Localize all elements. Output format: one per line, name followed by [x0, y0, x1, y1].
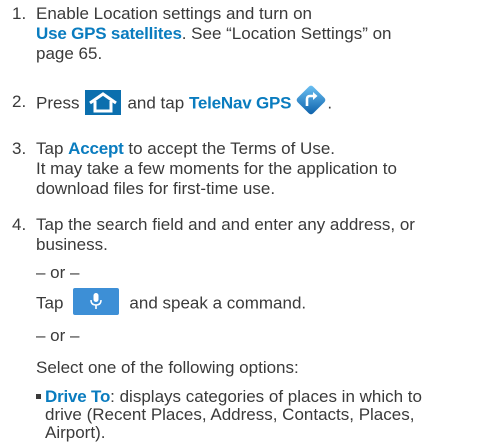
app-name: TeleNav GPS	[188, 93, 292, 113]
or-text: – or –	[36, 326, 80, 345]
bullet-icon	[36, 393, 41, 399]
step-text: .	[327, 93, 333, 113]
step-text-line: Tap and speak a command.	[36, 288, 476, 315]
step-text: Airport).	[45, 423, 106, 442]
step-body: Tap Accept to accept the Terms of Use. I…	[36, 139, 476, 199]
microphone-button	[73, 288, 120, 315]
telenav-gps-icon	[295, 84, 327, 116]
step-text: It may take a few moments for the applic…	[36, 159, 397, 178]
step-text: : displays categories of places in which…	[110, 387, 422, 406]
accept-label: Accept	[68, 139, 124, 158]
step-text: and speak a command.	[129, 293, 307, 313]
step-body: Enable Location settings and turn on Use…	[36, 4, 476, 64]
step-text: page 65.	[36, 44, 103, 63]
step-text: Tap	[36, 139, 64, 158]
step-text: Tap the search field and and enter any a…	[36, 215, 415, 234]
step-text: Enable Location settings and turn on	[36, 4, 312, 23]
step-number: 3.	[12, 139, 27, 158]
step-text: . See “Location Settings” on	[181, 24, 392, 43]
or-text: – or –	[36, 263, 80, 282]
step-text: business.	[36, 235, 108, 254]
step-text: Tap	[36, 293, 64, 313]
bullet-line: Drive To: displays categories of places …	[36, 388, 476, 406]
step-body: Tap the search field and and enter any a…	[36, 215, 476, 255]
step-text-line: Press and tap TeleNav GPS.	[36, 85, 476, 115]
step-body: Press and tap TeleNav GPS.	[36, 85, 476, 115]
step-text: download files for first-time use.	[36, 179, 276, 198]
step-number: 4.	[12, 215, 27, 234]
step-text: and tap	[127, 93, 185, 113]
step-text-line: Use GPS satellites. See “Location Settin…	[36, 24, 476, 44]
home-icon	[85, 89, 122, 115]
step-text-line: Tap Accept to accept the Terms of Use.	[36, 139, 476, 159]
step-number: 1.	[12, 4, 27, 23]
gps-setting-name: Use GPS satellites	[36, 24, 182, 43]
step-text: to accept the Terms of Use.	[128, 139, 336, 158]
step-text: Press	[36, 93, 80, 113]
drive-to-label: Drive To	[45, 387, 111, 406]
step-number: 2.	[12, 92, 27, 111]
instruction-page: 1. Enable Location settings and turn on …	[0, 0, 485, 447]
step-text: Select one of the following options:	[36, 358, 299, 377]
step-text: drive (Recent Places, Address, Contacts,…	[45, 405, 415, 424]
